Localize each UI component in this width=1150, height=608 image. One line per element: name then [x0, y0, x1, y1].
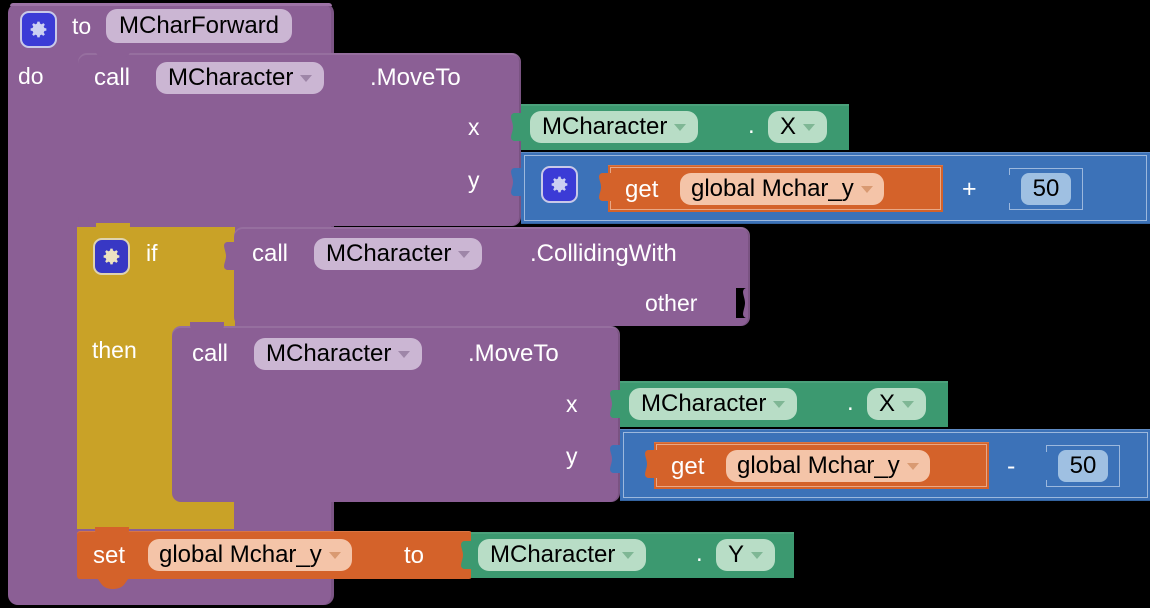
chevron-down-icon	[773, 400, 786, 408]
component-dropdown-2[interactable]: MCharacter	[314, 238, 483, 270]
call-label-3: call	[192, 340, 229, 367]
getter-dot-1: .	[748, 112, 755, 139]
value-plug-6	[610, 390, 623, 418]
set-label: set	[93, 542, 126, 569]
chevron-down-icon	[902, 400, 915, 408]
getter-dot-2: .	[847, 389, 854, 416]
getter-property-dropdown-1[interactable]: X	[768, 111, 828, 143]
getter-property-text-1: X	[780, 113, 797, 140]
method-label-2: .CollidingWith	[530, 240, 677, 267]
set-variable-dropdown[interactable]: global Mchar_y	[148, 539, 352, 571]
set-to-label: to	[404, 542, 425, 569]
getter-property-dropdown-3[interactable]: Y	[716, 539, 776, 571]
call-block-2-top-notch	[190, 322, 224, 331]
component-dropdown-3-text: MCharacter	[266, 340, 392, 367]
value-plug-2	[511, 168, 524, 196]
if-label: if	[146, 240, 158, 266]
chevron-down-icon	[674, 123, 687, 131]
gear-icon[interactable]	[541, 166, 578, 203]
chevron-down-icon	[398, 350, 411, 358]
number-field-2[interactable]: 50	[1058, 450, 1108, 482]
param-label-x-2: x	[566, 391, 578, 417]
procedure-do-label: do	[18, 63, 44, 89]
value-plug-1	[511, 113, 524, 141]
then-label: then	[92, 337, 137, 363]
set-variable-dropdown-text: global Mchar_y	[159, 541, 322, 568]
param-label-x-1: x	[468, 114, 480, 140]
value-plug-4	[999, 175, 1010, 203]
chevron-down-icon	[328, 551, 341, 559]
math-add-operator: +	[962, 175, 977, 203]
getter-component-text-3: MCharacter	[490, 541, 616, 568]
chevron-down-icon	[906, 462, 919, 470]
empty-socket-other[interactable]	[736, 288, 752, 318]
param-label-y-1: y	[468, 167, 480, 193]
chevron-down-icon	[803, 123, 816, 131]
chevron-down-icon	[751, 551, 764, 559]
variable-dropdown-1-text: global Mchar_y	[691, 175, 854, 202]
blocks-workspace[interactable]: to MCharForward do call MCharacter .Move…	[0, 0, 1150, 608]
procedure-name-text: MCharForward	[119, 12, 280, 39]
chevron-down-icon	[300, 74, 313, 82]
procedure-header-highlight	[10, 3, 332, 6]
procedure-to-label: to	[72, 13, 92, 39]
set-block-top-notch	[95, 527, 129, 536]
getter-component-dropdown-1[interactable]: MCharacter	[530, 111, 699, 143]
component-dropdown-2-text: MCharacter	[326, 240, 452, 267]
value-plug-8	[645, 450, 657, 478]
chevron-down-icon	[458, 250, 471, 258]
math-subtract-operator: -	[1007, 452, 1016, 480]
call-label-1: call	[94, 64, 131, 91]
get-label-1: get	[625, 176, 659, 203]
method-label-3: .MoveTo	[468, 340, 559, 367]
chevron-down-icon	[622, 551, 635, 559]
method-label-1: .MoveTo	[370, 64, 461, 91]
value-plug-10	[461, 541, 474, 569]
component-dropdown-1[interactable]: MCharacter	[156, 62, 325, 94]
call-block-1-top-notch	[96, 48, 130, 57]
gear-icon[interactable]	[20, 11, 57, 48]
getter-property-text-3: Y	[728, 541, 745, 568]
getter-component-dropdown-3[interactable]: MCharacter	[478, 539, 647, 571]
get-label-2: get	[671, 453, 705, 480]
gear-icon[interactable]	[93, 238, 130, 275]
variable-dropdown-2-text: global Mchar_y	[737, 452, 900, 479]
variable-dropdown-1[interactable]: global Mchar_y	[680, 173, 884, 205]
getter-component-text-2: MCharacter	[641, 390, 767, 417]
number-field-2-text: 50	[1069, 452, 1097, 479]
getter-property-dropdown-2[interactable]: X	[867, 388, 927, 420]
value-plug-5	[224, 242, 237, 270]
param-label-y-2: y	[566, 443, 578, 469]
getter-dot-3: .	[696, 540, 703, 567]
value-plug-7	[610, 445, 623, 473]
chevron-down-icon	[860, 185, 873, 193]
set-block-bottom-notch	[95, 578, 131, 589]
value-plug-3	[599, 173, 611, 201]
getter-property-text-2: X	[879, 390, 896, 417]
number-field-1[interactable]: 50	[1021, 173, 1071, 205]
gear-glyph	[30, 21, 47, 38]
component-dropdown-1-text: MCharacter	[168, 64, 294, 91]
if-block-top-notch	[96, 223, 130, 232]
getter-component-dropdown-2[interactable]: MCharacter	[629, 388, 798, 420]
procedure-name-field[interactable]: MCharForward	[106, 9, 293, 43]
call-label-2: call	[252, 240, 289, 267]
param-label-other: other	[645, 290, 698, 316]
gear-glyph	[103, 248, 120, 265]
gear-glyph	[551, 176, 568, 193]
component-dropdown-3[interactable]: MCharacter	[254, 338, 423, 370]
value-plug-9	[1036, 452, 1047, 480]
variable-dropdown-2[interactable]: global Mchar_y	[726, 450, 930, 482]
number-field-1-text: 50	[1032, 175, 1060, 202]
getter-component-text-1: MCharacter	[542, 113, 668, 140]
